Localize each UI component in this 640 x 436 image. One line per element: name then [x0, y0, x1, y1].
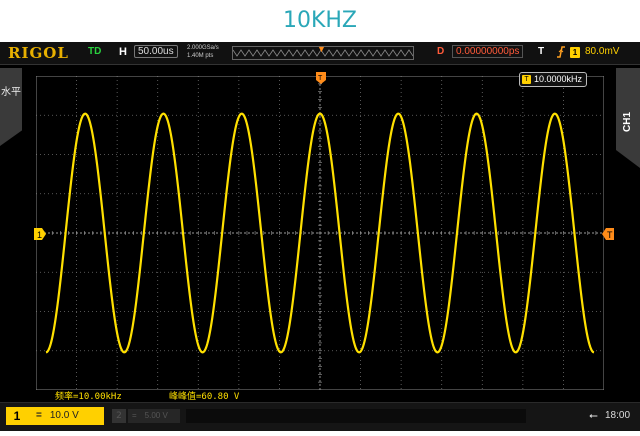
bottom-bar-blank — [186, 409, 526, 423]
ch2-badge[interactable]: 2 — [112, 409, 126, 423]
brand-logo: RIGOL — [8, 44, 69, 62]
delay-label: D — [437, 46, 445, 57]
graticule — [36, 76, 604, 390]
horizontal-label: H — [119, 46, 127, 58]
trigger-position-marker-icon: ▼ — [317, 44, 326, 54]
trigger-position-top-icon[interactable]: T — [316, 72, 326, 84]
ch2-scale-box[interactable]: = 5.00 V — [128, 409, 180, 423]
svg-text:T: T — [607, 230, 613, 240]
oscilloscope-screen: RIGOL TD H 50.00us 2.000GSa/s 1.40M pts … — [0, 42, 640, 431]
run-status[interactable]: TD — [88, 46, 101, 57]
trigger-level-value[interactable]: 80.0mV — [585, 46, 619, 57]
ch1-scale-box[interactable]: = 10.0 V — [28, 407, 104, 425]
rising-edge-icon[interactable] — [556, 46, 566, 61]
usb-icon: ⭠ — [589, 409, 598, 422]
ch2-coupling-icon: = — [132, 411, 137, 420]
ch1-coupling-icon: = — [36, 410, 42, 421]
sample-info: 2.000GSa/s 1.40M pts — [187, 44, 219, 60]
delay-value[interactable]: 0.00000000ps — [452, 45, 524, 58]
page-title: 10KHZ — [282, 8, 358, 33]
svg-text:T: T — [318, 75, 323, 82]
memory-depth: 1.40M pts — [187, 53, 214, 59]
frequency-counter-value: 10.0000kHz — [534, 74, 583, 84]
waveform-grid — [36, 76, 604, 390]
measurement-peak-to-peak: 峰峰值=60.80 V — [169, 392, 240, 402]
sample-rate: 2.000GSa/s — [187, 45, 219, 51]
channel-bar: 1 = 10.0 V 2 = 5.00 V ⭠ 18:00 — [0, 402, 640, 431]
ch1-scale-value: 10.0 V — [49, 410, 79, 421]
trigger-label: T — [538, 46, 545, 57]
system-clock: 18:00 — [605, 410, 631, 421]
svg-text:1: 1 — [37, 230, 42, 240]
ch2-scale-value: 5.00 V — [144, 411, 168, 420]
trigger-source-badge[interactable]: 1 — [570, 47, 580, 58]
ch1-ground-marker-icon[interactable]: 1 — [34, 228, 46, 240]
ch1-badge[interactable]: 1 — [6, 407, 28, 425]
memory-position-bar[interactable]: ▼ — [232, 44, 414, 60]
measurement-frequency: 频率=10.00kHz — [55, 392, 122, 402]
timebase-value[interactable]: 50.00us — [134, 45, 178, 58]
status-bar: RIGOL TD H 50.00us 2.000GSa/s 1.40M pts … — [0, 42, 640, 65]
channel-menu-tab[interactable]: CH1 — [616, 68, 640, 168]
frequency-counter[interactable]: T 10.0000kHz — [519, 72, 588, 87]
channel-menu-label: CH1 — [622, 111, 633, 132]
horizontal-menu-tab[interactable]: 水平 — [0, 68, 22, 146]
counter-icon: T — [522, 75, 531, 85]
trigger-level-marker-icon[interactable]: T — [602, 228, 614, 240]
